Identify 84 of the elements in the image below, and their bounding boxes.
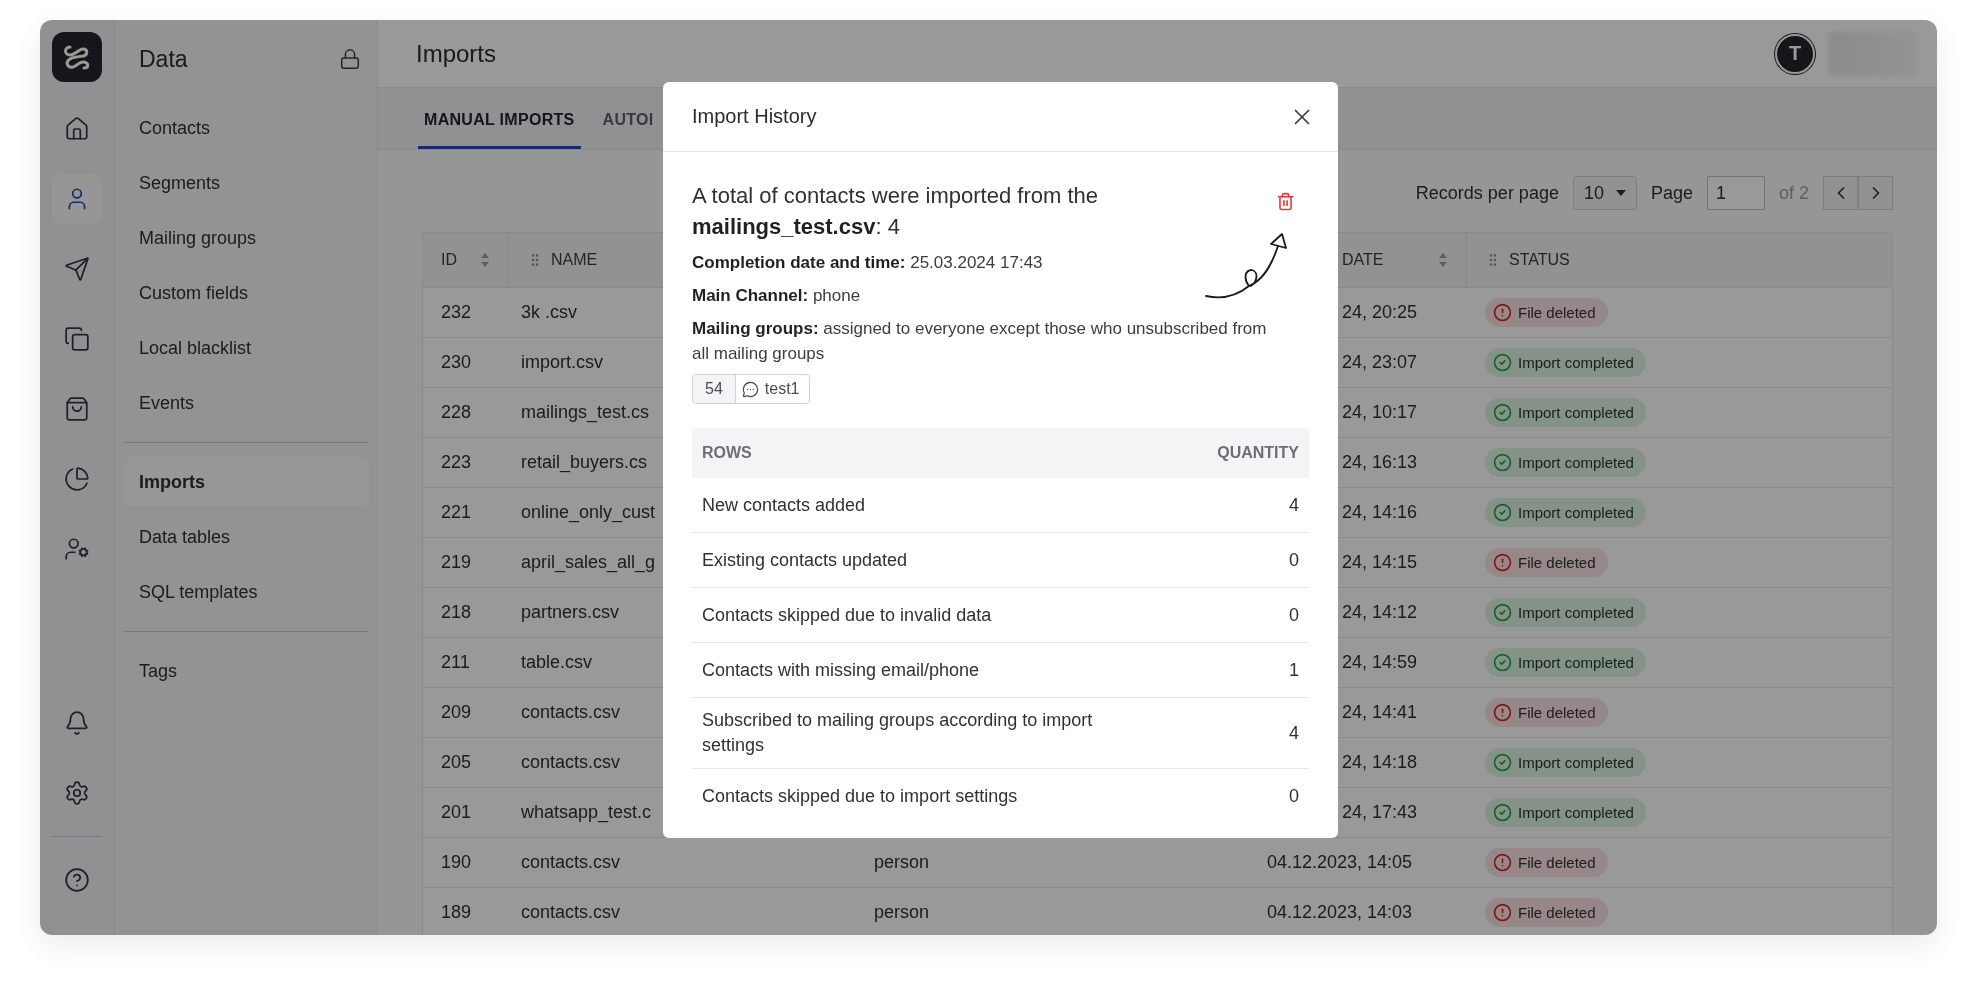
table-cell: contacts.csv bbox=[521, 702, 621, 723]
sidebar-title: Data bbox=[139, 45, 188, 73]
table-cell: 205 bbox=[441, 752, 472, 773]
status-badge: Import completed bbox=[1485, 798, 1646, 827]
status-badge: File deleted bbox=[1485, 898, 1608, 927]
table-cell: 209 bbox=[441, 702, 472, 723]
status-badge: File deleted bbox=[1485, 548, 1608, 577]
table-cell: person bbox=[874, 852, 930, 873]
table-cell: 24, 14:59 bbox=[1342, 652, 1418, 673]
page-title: Imports bbox=[416, 39, 497, 68]
table-cell: contacts.csv bbox=[521, 902, 621, 923]
status-badge: File deleted bbox=[1485, 698, 1608, 727]
dialog-title: Import History bbox=[692, 105, 817, 128]
table-cell: 24, 17:43 bbox=[1342, 802, 1418, 823]
table-cell: 24, 14:41 bbox=[1342, 702, 1418, 723]
import-summary: A total of contacts were imported from the mailings_test.csv: 4 bbox=[692, 182, 1099, 241]
table-cell: 24, 14:15 bbox=[1342, 552, 1418, 573]
table-cell: 04.12.2023, 14:03 bbox=[1267, 902, 1413, 923]
status-badge: Import completed bbox=[1485, 748, 1646, 777]
row-label: Contacts with missing email/phone bbox=[702, 658, 980, 682]
table-cell: 218 bbox=[441, 602, 472, 623]
table-cell: retail_buyers.cs bbox=[521, 452, 648, 473]
status-badge: Import completed bbox=[1485, 498, 1646, 527]
column-label: ID bbox=[441, 251, 457, 269]
page-count: of 2 bbox=[1778, 182, 1809, 204]
table-cell: 223 bbox=[441, 452, 472, 473]
table-cell: 232 bbox=[441, 302, 472, 323]
import-detail: Main Channel: phone bbox=[692, 285, 862, 307]
row-quantity: 0 bbox=[1289, 548, 1299, 572]
tag-name: test1 bbox=[764, 380, 800, 398]
row-label: Subscribed to mailing groups according to import settings bbox=[702, 709, 1094, 757]
status-badge: Import completed bbox=[1485, 648, 1646, 677]
row-label: Existing contacts updated bbox=[702, 548, 908, 572]
table-cell: 221 bbox=[441, 502, 472, 523]
status-badge: Import completed bbox=[1485, 348, 1646, 377]
import-detail: Mailing groups: assigned to everyone except those who unsubscribed from all mailing groups bbox=[692, 318, 1268, 365]
table-cell: 228 bbox=[441, 402, 472, 423]
row-quantity: 0 bbox=[1289, 785, 1299, 808]
row-quantity: 0 bbox=[1289, 603, 1299, 627]
table-cell: 190 bbox=[441, 852, 472, 873]
page-label: Page bbox=[1650, 182, 1693, 204]
status-badge: File deleted bbox=[1485, 848, 1608, 877]
table-cell: 219 bbox=[441, 552, 472, 573]
table-cell: whatsapp_test.c bbox=[521, 802, 652, 823]
table-cell: partners.csv bbox=[521, 602, 620, 623]
status-badge: File deleted bbox=[1485, 298, 1608, 327]
row-quantity: 4 bbox=[1289, 493, 1299, 517]
row-label: New contacts added bbox=[702, 493, 866, 517]
table-cell: 24, 14:18 bbox=[1342, 752, 1418, 773]
table-cell: april_sales_all_g bbox=[521, 552, 656, 573]
table-cell: online_only_cust bbox=[521, 502, 656, 523]
records-per-page-label: Records per page bbox=[1415, 182, 1559, 204]
table-cell: 24, 14:16 bbox=[1342, 502, 1418, 523]
table-cell: 189 bbox=[441, 902, 472, 923]
table-cell: 3k .csv bbox=[521, 302, 577, 323]
table-cell: 04.12.2023, 14:05 bbox=[1267, 852, 1413, 873]
column-label: NAME bbox=[551, 251, 598, 269]
table-cell: 24, 14:12 bbox=[1342, 602, 1418, 623]
table-cell: 24, 20:25 bbox=[1342, 302, 1418, 323]
row-quantity: 1 bbox=[1289, 658, 1299, 682]
tag-count: 54 bbox=[693, 375, 736, 403]
status-badge: Import completed bbox=[1485, 448, 1646, 477]
table-cell: table.csv bbox=[521, 652, 593, 673]
table-cell: 24, 10:17 bbox=[1342, 402, 1418, 423]
import-detail: Completion date and time: 25.03.2024 17:43 bbox=[692, 252, 1044, 274]
column-label: QUANTITY bbox=[1217, 444, 1299, 462]
table-cell: contacts.csv bbox=[521, 852, 621, 873]
table-cell: 230 bbox=[441, 352, 472, 373]
column-label: ROWS bbox=[702, 444, 752, 462]
table-cell: import.csv bbox=[521, 352, 603, 373]
table-cell: contacts.csv bbox=[521, 752, 621, 773]
table-cell: person bbox=[874, 902, 930, 923]
row-label: Contacts skipped due to import settings bbox=[702, 785, 1018, 808]
row-label: Contacts skipped due to invalid data bbox=[702, 603, 992, 627]
table-cell: 24, 16:13 bbox=[1342, 452, 1418, 473]
column-label: STATUS bbox=[1509, 251, 1570, 269]
status-badge: Import completed bbox=[1485, 398, 1646, 427]
table-cell: 24, 23:07 bbox=[1342, 352, 1418, 373]
status-badge: Import completed bbox=[1485, 598, 1646, 627]
table-cell: mailings_test.cs bbox=[521, 402, 650, 423]
table-cell: 201 bbox=[441, 802, 472, 823]
column-label: DATE bbox=[1342, 251, 1384, 269]
row-quantity: 4 bbox=[1289, 721, 1299, 745]
table-cell: 211 bbox=[441, 652, 470, 673]
